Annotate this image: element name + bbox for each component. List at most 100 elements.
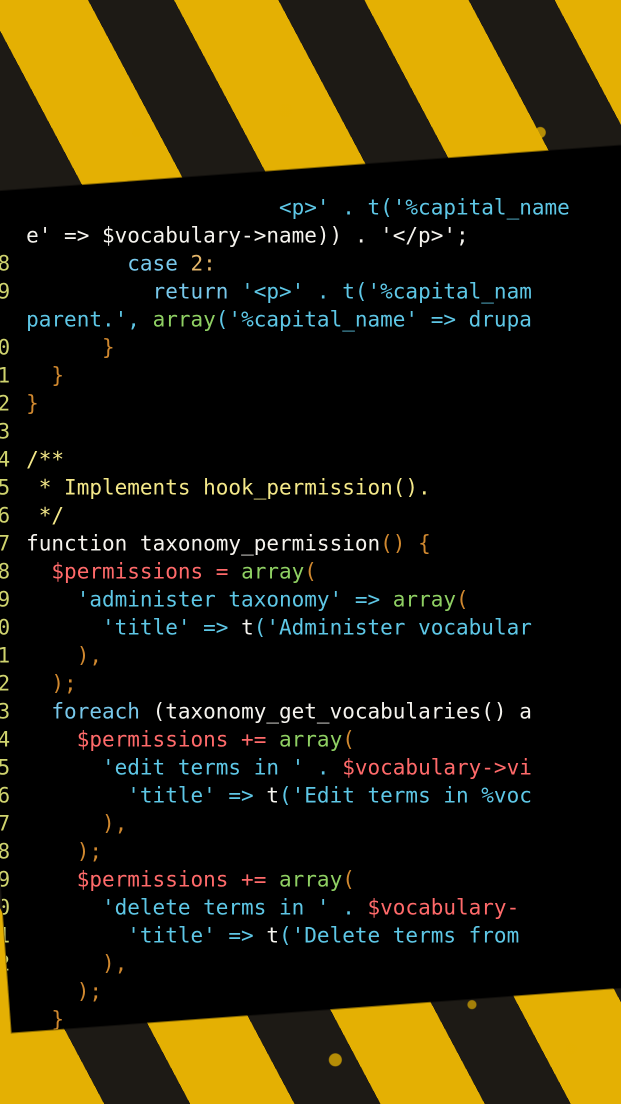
code-text: ); xyxy=(26,669,620,697)
code-line: 67 function taxonomy_permission() { xyxy=(0,529,620,557)
code-text: 'edit terms in ' . $vocabulary->vi xyxy=(26,753,620,781)
code-text: ), xyxy=(26,809,620,837)
code-line: 71 ), xyxy=(0,641,620,669)
line-number: 63 xyxy=(0,419,11,444)
code-token: } xyxy=(26,391,39,416)
code-line: 76 'title' => t('Edit terms in %voc xyxy=(0,781,620,809)
code-line: 72 ); xyxy=(0,669,620,697)
line-number: 79 xyxy=(0,867,11,892)
code-token: 'administer taxonomy' => xyxy=(26,587,393,612)
code-text: } xyxy=(26,389,620,417)
code-token: <p>' . t('%capital_name xyxy=(26,195,570,220)
code-panel: <p>' . t('%capital_name e' => $vocabulary… xyxy=(0,143,621,1033)
code-token: array xyxy=(392,587,457,612)
code-line: 79 $permissions += array( xyxy=(0,865,620,893)
code-token: $permissions = xyxy=(26,559,242,584)
code-text: ), xyxy=(26,949,620,977)
code-line: 58 case 2: xyxy=(0,249,620,277)
code-token: $vocabulary->vi xyxy=(342,755,532,780)
line-number: 60 xyxy=(0,335,11,360)
code-token: ('Edit terms in %voc xyxy=(279,783,532,808)
line-number: 58 xyxy=(0,251,11,276)
code-token: 2: xyxy=(190,251,216,276)
code-text: foreach (taxonomy_get_vocabularies() a xyxy=(26,697,620,725)
code-token: ( xyxy=(342,867,355,892)
code-line: 68 $permissions = array( xyxy=(0,557,620,585)
code-token: $permissions += xyxy=(26,867,280,892)
line-number: 66 xyxy=(0,503,11,528)
code-line: 65 * Implements hook_permission(). xyxy=(0,473,620,501)
code-line: 75 'edit terms in ' . $vocabulary->vi xyxy=(0,753,620,781)
code-token: '<p>' . t('%capital_nam xyxy=(241,279,532,304)
code-token: array xyxy=(279,867,343,892)
code-text: 'administer taxonomy' => array( xyxy=(26,585,620,613)
code-token: return xyxy=(26,279,242,304)
code-token: foreach xyxy=(26,699,153,724)
code-token: ), xyxy=(26,951,128,976)
code-token: () { xyxy=(380,531,431,556)
code-token: ); xyxy=(26,979,102,1004)
code-text: function taxonomy_permission() { xyxy=(26,529,620,557)
code-line: 60 } xyxy=(0,333,620,361)
line-number: 61 xyxy=(0,363,11,388)
code-text: 'title' => t('Delete terms from xyxy=(26,921,620,949)
code-line: 73 foreach (taxonomy_get_vocabularies() … xyxy=(0,697,620,725)
line-number: 69 xyxy=(0,587,11,612)
code-line: <p>' . t('%capital_name xyxy=(0,193,620,221)
code-text: 'title' => t('Edit terms in %voc xyxy=(26,781,620,809)
code-token: ( xyxy=(304,559,317,584)
line-number: 64 xyxy=(0,447,11,472)
code-line: 74 $permissions += array( xyxy=(0,725,620,753)
code-line: 66 */ xyxy=(0,501,620,529)
code-token: t xyxy=(241,615,254,640)
code-text: case 2: xyxy=(26,249,620,277)
line-number: 77 xyxy=(0,811,11,836)
code-line: 70 'title' => t('Administer vocabular xyxy=(0,613,620,641)
code-token: } xyxy=(26,363,65,388)
code-token: 'edit terms in ' . xyxy=(26,755,343,780)
line-number: 62 xyxy=(0,391,11,416)
line-number: 70 xyxy=(0,615,11,640)
code-token: 'title' => xyxy=(26,783,267,808)
code-token: 'delete terms in ' . xyxy=(26,895,368,920)
code-line: 78 ); xyxy=(0,837,620,865)
line-number: 65 xyxy=(0,475,11,500)
code-line: 80 'delete terms in ' . $vocabulary- xyxy=(0,893,620,921)
code-token: array xyxy=(152,307,216,332)
code-token: taxonomy_permission xyxy=(139,531,381,556)
code-text: } xyxy=(26,333,620,361)
code-line: 63 xyxy=(0,417,620,445)
hazard-stripe-background: <p>' . t('%capital_name e' => $vocabulary… xyxy=(0,0,621,1104)
line-number: 71 xyxy=(0,643,11,668)
code-token: ('Delete terms from xyxy=(279,923,520,948)
code-token: ( xyxy=(456,587,469,612)
code-text: <p>' . t('%capital_name xyxy=(26,193,620,221)
code-text: e' => $vocabulary->name)) . '</p>'; xyxy=(26,221,620,249)
line-number: 75 xyxy=(0,755,11,780)
code-token: ), xyxy=(26,643,102,668)
code-token: ('%capital_name' => drupa xyxy=(215,307,532,332)
code-token: * Implements hook_permission(). xyxy=(26,475,431,500)
code-token: ('Administer vocabular xyxy=(253,615,532,640)
code-text: $permissions += array( xyxy=(26,725,620,753)
line-number: 68 xyxy=(0,559,11,584)
code-text: ), xyxy=(26,641,620,669)
code-text: 'delete terms in ' . $vocabulary- xyxy=(26,893,620,921)
code-text: } xyxy=(26,361,620,389)
line-number: 72 xyxy=(0,671,11,696)
code-line: 69 'administer taxonomy' => array( xyxy=(0,585,620,613)
code-text: $permissions = array( xyxy=(26,557,620,585)
code-line: parent.', array('%capital_name' => drupa xyxy=(0,305,620,333)
code-text: return '<p>' . t('%capital_nam xyxy=(26,277,620,305)
code-token: $vocabulary- xyxy=(367,895,520,920)
code-token: parent.', xyxy=(26,307,153,332)
code-token: (taxonomy_get_vocabularies() a xyxy=(152,699,532,724)
code-line: 82 ), xyxy=(0,949,620,977)
code-token: function xyxy=(26,531,140,556)
code-text: /** xyxy=(26,445,620,473)
code-text: */ xyxy=(26,501,620,529)
code-token: e' => $vocabulary->name)) . '</p>'; xyxy=(26,223,469,248)
code-line: 64 /** xyxy=(0,445,620,473)
code-text: * Implements hook_permission(). xyxy=(26,473,620,501)
code-text: parent.', array('%capital_name' => drupa xyxy=(26,305,620,333)
